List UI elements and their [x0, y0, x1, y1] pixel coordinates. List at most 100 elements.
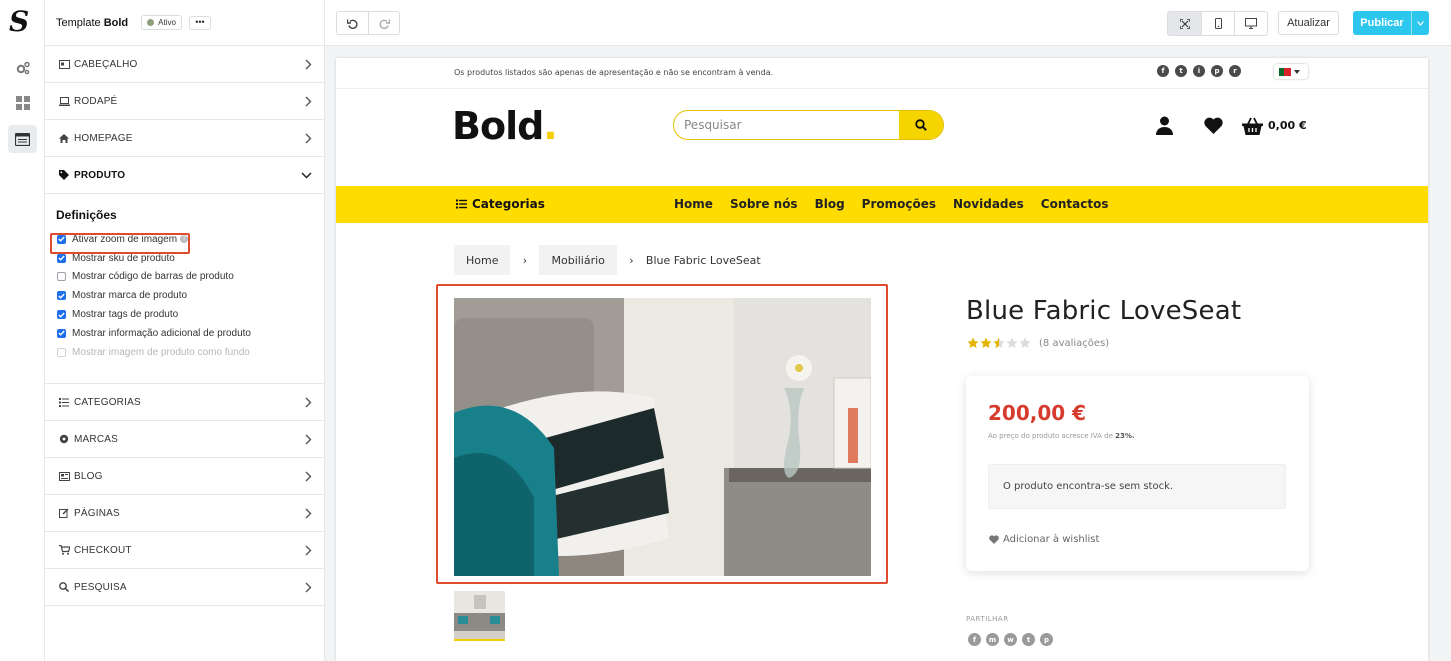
language-selector[interactable] [1274, 64, 1308, 79]
nav-links: Home Sobre nós Blog Promoções Novidades … [674, 197, 1108, 211]
chevron-right-icon [305, 471, 312, 481]
chevron-down-icon [301, 171, 312, 179]
nav-news[interactable]: Novidades [953, 197, 1024, 211]
checkbox-checked[interactable] [57, 310, 66, 320]
desktop-view-button[interactable] [1234, 12, 1267, 35]
add-to-wishlist-link[interactable]: Adicionar à wishlist [989, 534, 1099, 545]
share-whatsapp-icon[interactable]: w [1004, 633, 1017, 646]
checkbox-checked[interactable] [57, 291, 66, 301]
section-paginas[interactable]: PÁGINAS [45, 495, 324, 532]
option-show-sku[interactable]: Mostrar sku de produto [56, 249, 313, 268]
star-empty-icon [1019, 337, 1031, 348]
product-price: 200,00 € [988, 401, 1087, 425]
nav-home[interactable]: Home [674, 197, 713, 211]
share-pinterest-icon[interactable]: p [1040, 633, 1053, 646]
settings-gears-icon[interactable] [8, 54, 37, 82]
list-icon [456, 199, 467, 209]
section-produto[interactable]: PRODUTO [45, 157, 324, 194]
section-categorias[interactable]: CATEGORIAS [45, 384, 324, 421]
section-cabecalho[interactable]: CABEÇALHO [45, 46, 324, 83]
nav-blog[interactable]: Blog [815, 197, 845, 211]
heart-icon[interactable] [1204, 117, 1223, 134]
history-controls [336, 11, 400, 35]
template-editor-icon[interactable] [8, 125, 37, 153]
cart-icon [58, 544, 70, 556]
share-twitter-icon[interactable]: t [1022, 633, 1035, 646]
more-options-button[interactable]: ••• [188, 15, 211, 30]
breadcrumb-separator: › [629, 253, 634, 267]
list-icon [58, 396, 70, 408]
help-icon[interactable]: ? [180, 235, 189, 244]
home-icon [58, 132, 70, 144]
tag-icon [58, 169, 70, 181]
layout-grid-icon[interactable] [8, 89, 37, 117]
user-icon[interactable] [1156, 116, 1173, 135]
breadcrumb-home[interactable]: Home [454, 245, 511, 275]
publish-options-caret[interactable] [1411, 11, 1429, 35]
share-facebook-icon[interactable]: f [968, 633, 981, 646]
undo-icon [347, 19, 358, 29]
search-button[interactable] [899, 111, 943, 139]
section-rodape[interactable]: RODAPÉ [45, 83, 324, 120]
cart-total[interactable]: 0,00 € [1268, 119, 1307, 132]
publish-button[interactable]: Publicar [1353, 11, 1429, 35]
breadcrumb: Home › Mobiliário › Blue Fabric LoveSeat [454, 245, 773, 275]
store-logo[interactable]: Bold. [452, 104, 558, 148]
template-title: Template Bold [56, 16, 129, 29]
certificate-icon [58, 433, 70, 445]
demo-notice: Os produtos listados são apenas de apres… [454, 68, 774, 77]
pinterest-icon[interactable]: p [1211, 65, 1223, 77]
facebook-icon[interactable]: f [1157, 65, 1169, 77]
nav-promotions[interactable]: Promoções [862, 197, 936, 211]
status-badge: Ativo [141, 15, 182, 30]
checkbox-unchecked[interactable] [57, 272, 66, 282]
categories-menu[interactable]: Categorias [456, 197, 545, 211]
caret-down-icon [1294, 69, 1300, 74]
fullscreen-view-button[interactable] [1168, 12, 1201, 35]
nav-contacts[interactable]: Contactos [1041, 197, 1109, 211]
section-pesquisa[interactable]: PESQUISA [45, 569, 324, 606]
section-checkout[interactable]: CHECKOUT [45, 532, 324, 569]
option-show-additional-info[interactable]: Mostrar informação adicional de produto [56, 324, 313, 343]
checkbox-checked[interactable] [57, 234, 66, 244]
basket-icon[interactable] [1242, 117, 1263, 135]
star-empty-icon [1006, 337, 1018, 348]
chevron-right-icon [305, 59, 312, 69]
option-show-brand[interactable]: Mostrar marca de produto [56, 286, 313, 305]
section-marcas[interactable]: MARCAS [45, 421, 324, 458]
store-search: Pesquisar [673, 110, 944, 140]
search-input[interactable]: Pesquisar [674, 111, 899, 139]
instagram-icon[interactable]: i [1193, 65, 1205, 77]
price-card: 200,00 € Ao preço do produto acresce IVA… [966, 376, 1309, 571]
checkbox-disabled [57, 347, 66, 357]
checkbox-checked[interactable] [57, 328, 66, 338]
mobile-view-button[interactable] [1201, 12, 1234, 35]
share-messenger-icon[interactable]: m [986, 633, 999, 646]
nav-about[interactable]: Sobre nós [730, 197, 798, 211]
laptop-icon [58, 95, 70, 107]
product-image-highlight [436, 284, 888, 584]
chevron-down-icon [1417, 20, 1424, 26]
mobile-icon [1214, 18, 1222, 29]
undo-button[interactable] [337, 12, 368, 34]
option-show-tags[interactable]: Mostrar tags de produto [56, 305, 313, 324]
redo-button[interactable] [368, 12, 399, 34]
product-thumbnail[interactable] [454, 591, 505, 641]
share-buttons: f m w t p [968, 633, 1053, 646]
option-show-barcode[interactable]: Mostrar código de barras de produto [56, 268, 313, 287]
star-half-icon [993, 337, 1005, 348]
rss-icon[interactable]: r [1229, 65, 1241, 77]
option-image-zoom[interactable]: Ativar zoom de imagem ? [56, 230, 313, 249]
checkbox-checked[interactable] [57, 253, 66, 263]
header-actions: 0,00 € [1156, 116, 1307, 135]
update-button[interactable]: Atualizar [1278, 11, 1339, 35]
section-homepage[interactable]: HOMEPAGE [45, 120, 324, 157]
rating-stars: (8 avaliações) [967, 337, 1109, 349]
section-blog[interactable]: BLOG [45, 458, 324, 495]
app-logo[interactable]: S [9, 6, 29, 38]
twitter-icon[interactable]: t [1175, 65, 1187, 77]
search-icon [915, 119, 927, 131]
chevron-right-icon [305, 133, 312, 143]
review-count[interactable]: (8 avaliações) [1039, 338, 1109, 349]
breadcrumb-category[interactable]: Mobiliário [539, 245, 617, 275]
